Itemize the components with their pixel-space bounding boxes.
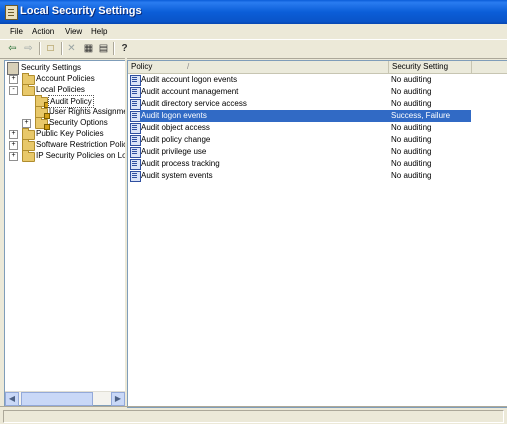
- table-row[interactable]: Audit policy change No auditing: [128, 134, 507, 146]
- sort-indicator-icon: /: [187, 62, 190, 71]
- back-arrow-icon[interactable]: ⇦: [6, 42, 19, 55]
- menu-file[interactable]: File: [10, 27, 23, 36]
- scrollbar-thumb[interactable]: [21, 392, 93, 406]
- security-setting-value: No auditing: [391, 99, 432, 108]
- policy-name: Audit object access: [141, 123, 210, 132]
- tree-item-local-policies[interactable]: - Local Policies: [7, 84, 125, 96]
- tree-item-user-rights-assignment[interactable]: User Rights Assignmen: [7, 106, 127, 119]
- table-row[interactable]: Audit object access No auditing: [128, 122, 507, 134]
- delete-icon[interactable]: ✕: [65, 42, 78, 55]
- security-setting-value: No auditing: [391, 75, 432, 84]
- security-setting-value: No auditing: [391, 87, 432, 96]
- table-row[interactable]: Audit privilege use No auditing: [128, 146, 507, 158]
- properties-icon[interactable]: ▦: [82, 42, 95, 55]
- tree-root-label: Security Settings: [21, 63, 82, 72]
- policy-name: Audit account management: [141, 87, 239, 96]
- tree-item-label: Local Policies: [36, 85, 85, 94]
- table-row[interactable]: Audit directory service access No auditi…: [128, 98, 507, 110]
- security-setting-value: Success, Failure: [389, 110, 471, 122]
- help-icon[interactable]: ?: [118, 42, 131, 55]
- tree-item-public-key-policies[interactable]: + Public Key Policies: [7, 128, 125, 140]
- menu-help[interactable]: Help: [91, 27, 107, 36]
- policy-name: Audit directory service access: [141, 99, 247, 108]
- title-bar[interactable]: Local Security Settings: [0, 0, 507, 24]
- scroll-left-icon[interactable]: ◀: [5, 392, 19, 406]
- tree-item-label: Public Key Policies: [36, 129, 104, 138]
- tree-item-security-options[interactable]: + Security Options: [7, 117, 125, 130]
- policy-list: Policy / Security Setting Audit account …: [127, 60, 507, 408]
- tree-item-audit-policy[interactable]: Audit Policy: [7, 95, 125, 108]
- column-header-policy-label: Policy: [131, 62, 153, 71]
- window-title: Local Security Settings: [20, 5, 142, 17]
- tree-item-label: Account Policies: [36, 74, 95, 83]
- local-security-settings-window: Local Security Settings File Action View…: [0, 0, 507, 423]
- column-header-policy[interactable]: Policy /: [128, 61, 389, 73]
- app-icon: [5, 5, 18, 20]
- tree-item-label: User Rights Assignmen: [49, 107, 127, 116]
- policy-name: Audit privilege use: [141, 147, 207, 156]
- expand-icon[interactable]: +: [9, 141, 18, 150]
- toolbar-separator: [113, 42, 115, 55]
- policy-name: Audit logon events: [140, 110, 389, 122]
- console-tree: Security Settings + Account Policies - L…: [4, 60, 127, 406]
- tree-horizontal-scrollbar[interactable]: ◀ ▶: [5, 391, 125, 406]
- menu-view[interactable]: View: [65, 27, 82, 36]
- toolbar-separator: [61, 42, 63, 55]
- column-header-setting-label: Security Setting: [392, 62, 449, 71]
- column-header-security-setting[interactable]: Security Setting: [389, 61, 472, 73]
- table-row[interactable]: Audit system events No auditing: [128, 170, 507, 182]
- export-list-icon[interactable]: ▤: [97, 42, 110, 55]
- security-setting-value: No auditing: [391, 147, 432, 156]
- collapse-icon[interactable]: -: [9, 86, 18, 95]
- policy-name: Audit account logon events: [141, 75, 238, 84]
- toolbar: ⇦ ⇨ □ ✕ ▦ ▤ ?: [0, 39, 507, 59]
- menu-bar: File Action View Help: [0, 24, 507, 39]
- tree-item-account-policies[interactable]: + Account Policies: [7, 73, 125, 85]
- policy-name: Audit process tracking: [141, 159, 220, 168]
- security-setting-value: No auditing: [391, 135, 432, 144]
- expand-icon[interactable]: +: [9, 75, 18, 84]
- policy-name: Audit system events: [141, 171, 213, 180]
- list-header: Policy / Security Setting: [128, 61, 507, 74]
- expand-icon[interactable]: +: [9, 130, 18, 139]
- expand-icon[interactable]: +: [9, 152, 18, 161]
- table-row-selected[interactable]: Audit logon events Success, Failure: [128, 110, 507, 122]
- expand-icon[interactable]: +: [22, 119, 31, 128]
- table-row[interactable]: Audit process tracking No auditing: [128, 158, 507, 170]
- table-row[interactable]: Audit account logon events No auditing: [128, 74, 507, 86]
- tree-root-security-settings[interactable]: Security Settings: [7, 62, 125, 75]
- security-setting-value: No auditing: [391, 123, 432, 132]
- tree-item-ip-security-policies[interactable]: + IP Security Policies on Loca: [7, 150, 127, 162]
- forward-arrow-icon[interactable]: ⇨: [22, 42, 35, 55]
- status-panel: [3, 410, 504, 423]
- up-folder-icon[interactable]: □: [44, 42, 57, 55]
- tree-item-software-restriction-policies[interactable]: + Software Restriction Policie: [7, 139, 127, 151]
- scroll-right-icon[interactable]: ▶: [111, 392, 125, 406]
- toolbar-separator: [39, 42, 41, 55]
- security-setting-value: No auditing: [391, 159, 432, 168]
- table-row[interactable]: Audit account management No auditing: [128, 86, 507, 98]
- network-policy-icon: [22, 150, 35, 162]
- tree-item-label: Security Options: [49, 118, 108, 127]
- tree-item-label: IP Security Policies on Loca: [36, 151, 127, 160]
- security-setting-value: No auditing: [391, 171, 432, 180]
- menu-action[interactable]: Action: [32, 27, 54, 36]
- policy-name: Audit policy change: [141, 135, 211, 144]
- status-bar: [0, 406, 507, 424]
- tree-item-label: Software Restriction Policie: [36, 140, 127, 149]
